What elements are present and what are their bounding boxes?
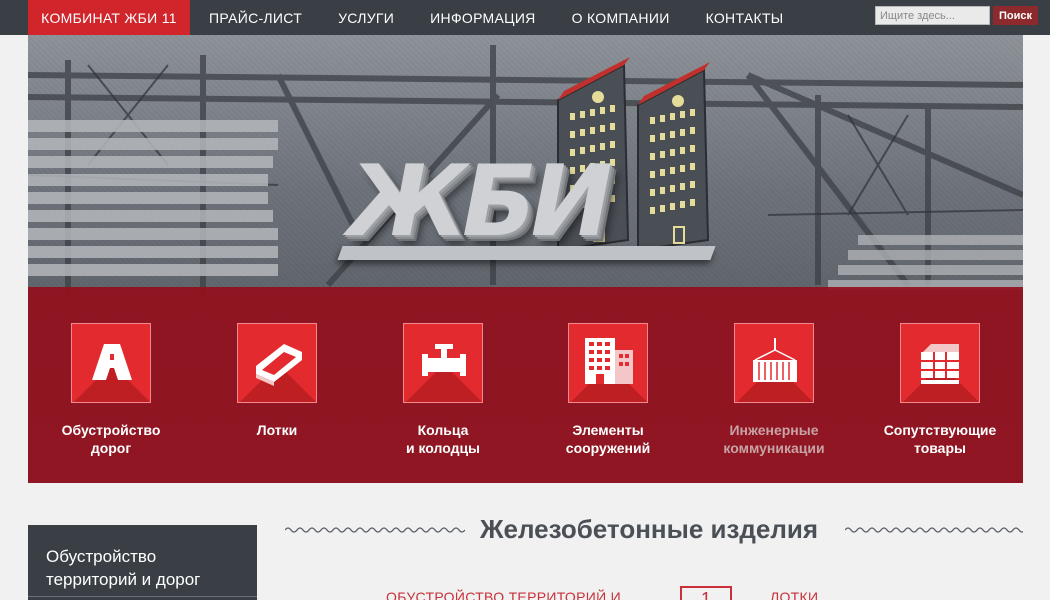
category-label: Элементы сооружений — [565, 422, 651, 456]
container-icon — [753, 338, 797, 382]
category-tile — [237, 323, 317, 403]
category-tile — [900, 323, 980, 403]
title-decoration-right — [845, 527, 1023, 533]
category-trays[interactable]: Лотки — [207, 323, 347, 439]
subcategory-link-trays[interactable]: ЛОТКИ — [770, 589, 818, 600]
building-icon — [585, 338, 633, 384]
logo-text: ЖБИ — [348, 145, 613, 259]
sidebar: Обустройство территорий и дорог — [28, 525, 257, 600]
category-tile — [568, 323, 648, 403]
brand-link[interactable]: КОМБИНАТ ЖБИ 11 — [28, 0, 190, 35]
logo-base-shape — [337, 246, 716, 260]
valve-icon — [422, 344, 466, 376]
category-related-goods[interactable]: Сопутствующие товары — [870, 323, 1010, 457]
pallet-icon — [921, 344, 959, 384]
search-button[interactable]: Поиск — [992, 6, 1038, 25]
category-tile — [403, 323, 483, 403]
category-label: Лотки — [256, 422, 298, 438]
category-rings-wells[interactable]: Кольца и колодцы — [373, 323, 513, 457]
hero-banner: ЖБИ Обустройство дорог Лотки Кольца и ко… — [28, 35, 1023, 483]
menu-item-services[interactable]: УСЛУГИ — [338, 10, 394, 26]
menu-item-contacts[interactable]: КОНТАКТЫ — [706, 10, 784, 26]
category-label: Инженерные коммуникации — [723, 422, 825, 456]
category-engineering-communications[interactable]: Инженерные коммуникации — [704, 323, 844, 457]
main-menu: ПРАЙС-ЛИСТ УСЛУГИ ИНФОРМАЦИЯ О КОМПАНИИ … — [190, 0, 801, 35]
number-badge: 1 — [680, 586, 732, 600]
category-label: Сопутствующие товары — [883, 422, 997, 456]
search-input[interactable] — [874, 6, 990, 25]
menu-item-about[interactable]: О КОМПАНИИ — [572, 10, 670, 26]
category-tile — [71, 323, 151, 403]
search-form: Поиск — [874, 6, 1038, 25]
tray-icon — [256, 344, 302, 386]
categories-band: Обустройство дорог Лотки Кольца и колодц… — [28, 287, 1023, 483]
sidebar-divider — [28, 596, 257, 597]
title-decoration-left — [285, 527, 465, 533]
category-tile — [734, 323, 814, 403]
sidebar-item-roads-territories[interactable]: Обустройство территорий и дорог — [28, 525, 257, 591]
category-road-infrastructure[interactable]: Обустройство дорог — [41, 323, 181, 457]
category-label: Кольца и колодцы — [405, 422, 481, 456]
menu-item-price-list[interactable]: ПРАЙС-ЛИСТ — [209, 10, 302, 26]
category-structural-elements[interactable]: Элементы сооружений — [538, 323, 678, 457]
subcategory-link-roads[interactable]: ОБУСТРОЙСТВО ТЕРРИТОРИЙ И — [386, 589, 621, 600]
section-title: Железобетонные изделия — [480, 514, 819, 544]
road-icon — [92, 344, 132, 380]
top-navigation: КОМБИНАТ ЖБИ 11 ПРАЙС-ЛИСТ УСЛУГИ ИНФОРМ… — [0, 0, 1050, 35]
menu-item-information[interactable]: ИНФОРМАЦИЯ — [430, 10, 535, 26]
category-label: Обустройство дорог — [61, 422, 161, 456]
